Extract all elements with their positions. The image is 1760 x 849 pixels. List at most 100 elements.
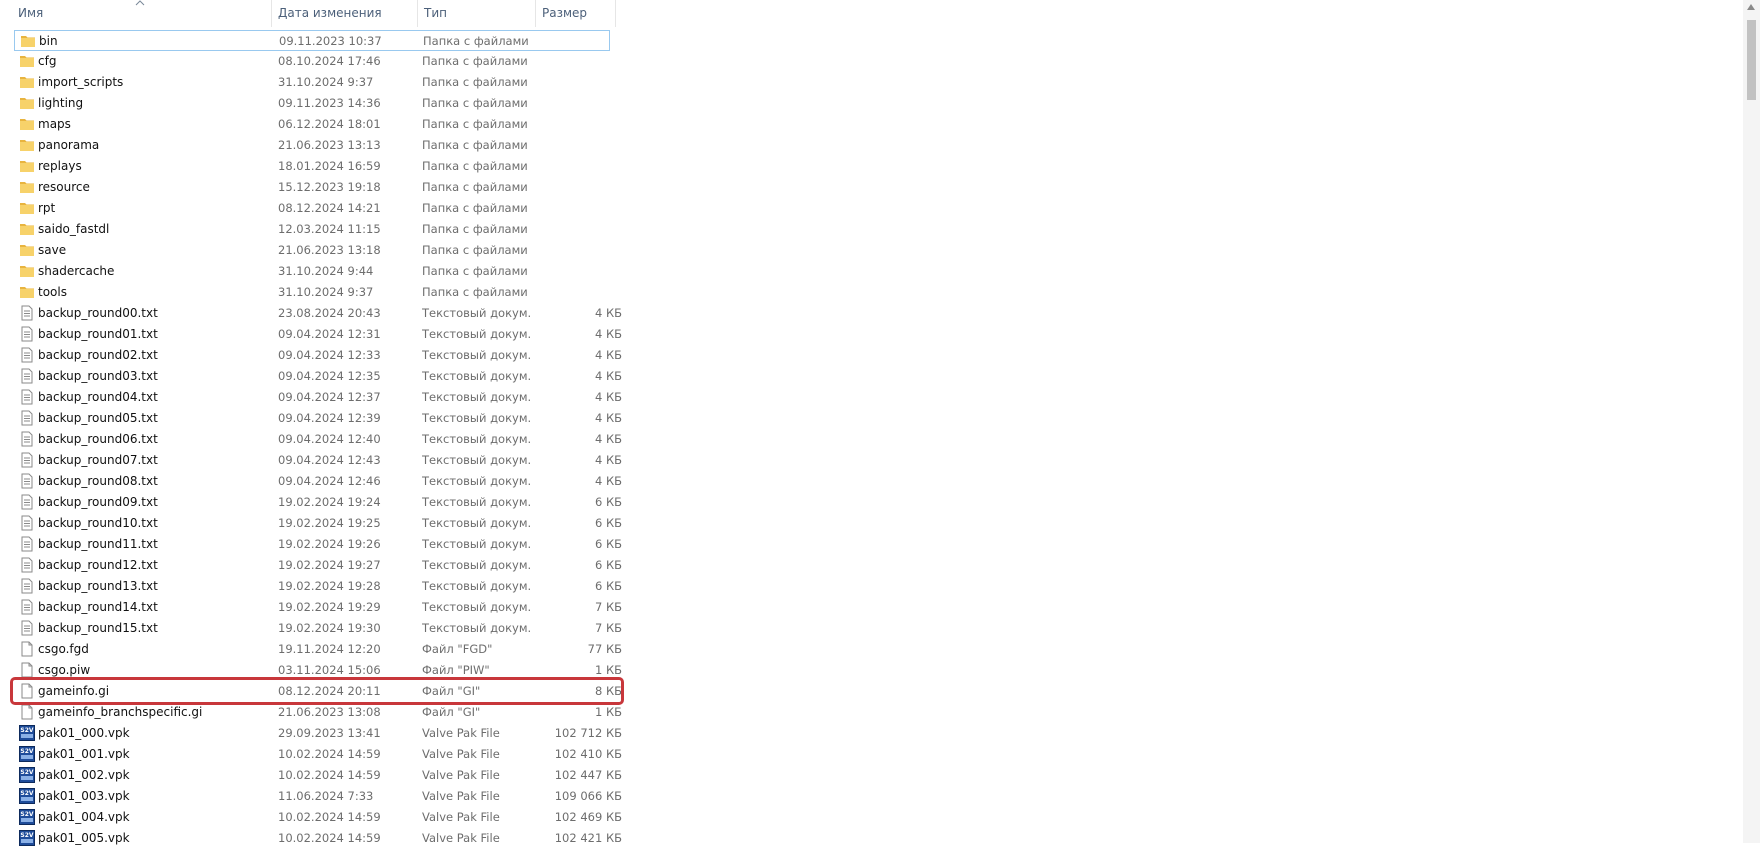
- text-file-icon: [19, 389, 35, 405]
- file-row[interactable]: backup_round15.txt 19.02.2024 19:30 Тексто…: [14, 618, 622, 639]
- file-row[interactable]: replays 18.01.2024 16:59 Папка с файлами: [14, 156, 610, 177]
- file-row[interactable]: backup_round03.txt 09.04.2024 12:35 Тексто…: [14, 366, 622, 387]
- vertical-scrollbar[interactable]: [1743, 0, 1760, 843]
- file-row[interactable]: import_scripts 31.10.2024 9:37 Папка с фай…: [14, 72, 610, 93]
- file-row[interactable]: save 21.06.2023 13:18 Папка с файлами: [14, 240, 610, 261]
- file-row[interactable]: backup_round02.txt 09.04.2024 12:33 Тексто…: [14, 345, 622, 366]
- file-size: 6 КБ: [594, 537, 622, 551]
- file-row[interactable]: S2V pak01_004.vpk 10.02.2024 14:59 Valve Pa…: [14, 807, 622, 828]
- file-type: Папка с файлами: [422, 138, 528, 152]
- file-row[interactable]: saido_fastdl 12.03.2024 11:15 Папка с файл…: [14, 219, 610, 240]
- file-row[interactable]: backup_round14.txt 19.02.2024 19:29 Тексто…: [14, 597, 622, 618]
- file-size: 4 КБ: [594, 432, 622, 446]
- file-row[interactable]: rpt 08.12.2024 14:21 Папка с файлами: [14, 198, 610, 219]
- file-row[interactable]: backup_round01.txt 09.04.2024 12:31 Тексто…: [14, 324, 622, 345]
- file-date: 31.10.2024 9:37: [278, 285, 374, 299]
- file-size: 102 447 КБ: [554, 768, 622, 782]
- file-name: pak01_001.vpk: [38, 747, 130, 761]
- folder-icon: [19, 221, 35, 237]
- file-date: 09.11.2023 14:36: [278, 96, 381, 110]
- file-type: Valve Pak File: [422, 747, 500, 761]
- file-type: Текстовый докум...: [422, 348, 532, 362]
- file-row[interactable]: backup_round00.txt 23.08.2024 20:43 Тексто…: [14, 303, 622, 324]
- file-row[interactable]: backup_round06.txt 09.04.2024 12:40 Тексто…: [14, 429, 622, 450]
- file-row[interactable]: S2V pak01_002.vpk 10.02.2024 14:59 Valve Pa…: [14, 765, 622, 786]
- file-type: Текстовый докум...: [422, 558, 532, 572]
- file-row[interactable]: S2V pak01_001.vpk 10.02.2024 14:59 Valve Pa…: [14, 744, 622, 765]
- file-date: 09.04.2024 12:40: [278, 432, 381, 446]
- file-row[interactable]: backup_round07.txt 09.04.2024 12:43 Тексто…: [14, 450, 622, 471]
- file-row[interactable]: backup_round05.txt 09.04.2024 12:39 Тексто…: [14, 408, 622, 429]
- vpk-file-icon: S2V: [19, 788, 35, 804]
- file-name: pak01_003.vpk: [38, 789, 130, 803]
- folder-icon: [19, 53, 35, 69]
- file-name: backup_round02.txt: [38, 348, 158, 362]
- file-date: 11.06.2024 7:33: [278, 789, 374, 803]
- file-row[interactable]: S2V pak01_005.vpk 10.02.2024 14:59 Valve Pa…: [14, 828, 622, 849]
- file-type: Valve Pak File: [422, 726, 500, 740]
- selection-highlight-box: [10, 677, 624, 705]
- file-row[interactable]: csgo.fgd 19.11.2024 12:20 Файл "FGD" 77 КБ: [14, 639, 622, 660]
- file-row[interactable]: shadercache 31.10.2024 9:44 Папка с файлам…: [14, 261, 610, 282]
- file-row[interactable]: backup_round11.txt 19.02.2024 19:26 Тексто…: [14, 534, 622, 555]
- file-size: 102 410 КБ: [554, 747, 622, 761]
- file-row[interactable]: lighting 09.11.2023 14:36 Папка с файлами: [14, 93, 610, 114]
- file-type: Текстовый докум...: [422, 537, 532, 551]
- file-row[interactable]: backup_round04.txt 09.04.2024 12:37 Тексто…: [14, 387, 622, 408]
- folder-icon: [19, 284, 35, 300]
- file-size: 7 КБ: [594, 621, 622, 635]
- folder-icon: [20, 33, 36, 49]
- file-date: 09.04.2024 12:37: [278, 390, 381, 404]
- text-file-icon: [19, 347, 35, 363]
- file-row[interactable]: resource 15.12.2023 19:18 Папка с файлами: [14, 177, 610, 198]
- file-date: 06.12.2024 18:01: [278, 117, 381, 131]
- text-file-icon: [19, 557, 35, 573]
- file-name: csgo.fgd: [38, 642, 89, 656]
- file-name: backup_round12.txt: [38, 558, 158, 572]
- file-row[interactable]: backup_round12.txt 19.02.2024 19:27 Тексто…: [14, 555, 622, 576]
- file-row[interactable]: maps 06.12.2024 18:01 Папка с файлами: [14, 114, 610, 135]
- file-size: 6 КБ: [594, 558, 622, 572]
- file-date: 09.04.2024 12:43: [278, 453, 381, 467]
- file-row[interactable]: tools 31.10.2024 9:37 Папка с файлами: [14, 282, 610, 303]
- vpk-file-icon: S2V: [19, 767, 35, 783]
- scroll-up-arrow-icon[interactable]: [1747, 4, 1755, 10]
- file-date: 19.02.2024 19:24: [278, 495, 381, 509]
- file-name: lighting: [38, 96, 84, 110]
- file-name: backup_round09.txt: [38, 495, 158, 509]
- file-name: rpt: [38, 201, 56, 215]
- file-name: backup_round14.txt: [38, 600, 158, 614]
- column-header-date[interactable]: Дата изменения: [272, 0, 418, 27]
- file-type: Файл "GI": [422, 705, 481, 719]
- file-date: 09.04.2024 12:35: [278, 369, 381, 383]
- column-header-type[interactable]: Тип: [418, 0, 536, 27]
- column-header-size[interactable]: Размер: [536, 0, 616, 27]
- file-row[interactable]: backup_round08.txt 09.04.2024 12:46 Тексто…: [14, 471, 622, 492]
- text-file-icon: [19, 494, 35, 510]
- file-type: Valve Pak File: [422, 789, 500, 803]
- file-name: maps: [38, 117, 71, 131]
- file-type: Текстовый докум...: [422, 432, 532, 446]
- file-row[interactable]: panorama 21.06.2023 13:13 Папка с файлами: [14, 135, 610, 156]
- file-name: backup_round06.txt: [38, 432, 158, 446]
- file-row[interactable]: S2V pak01_000.vpk 29.09.2023 13:41 Valve Pa…: [14, 723, 622, 744]
- file-row[interactable]: bin 09.11.2023 10:37 Папка с файлами: [14, 30, 610, 51]
- file-row[interactable]: cfg 08.10.2024 17:46 Папка с файлами: [14, 51, 610, 72]
- file-row[interactable]: gameinfo_branchspecific.gi 21.06.2023 13:…: [14, 702, 622, 723]
- file-size: 6 КБ: [594, 579, 622, 593]
- file-name: cfg: [38, 54, 57, 68]
- file-row[interactable]: backup_round10.txt 19.02.2024 19:25 Тексто…: [14, 513, 622, 534]
- file-row[interactable]: backup_round13.txt 19.02.2024 19:28 Тексто…: [14, 576, 622, 597]
- file-row[interactable]: S2V pak01_003.vpk 11.06.2024 7:33 Valve Pak…: [14, 786, 622, 807]
- file-date: 09.04.2024 12:31: [278, 327, 381, 341]
- file-size: 4 КБ: [594, 474, 622, 488]
- column-header-bar: Имя Дата изменения Тип Размер: [0, 0, 616, 27]
- scroll-thumb[interactable]: [1747, 20, 1756, 100]
- file-type: Папка с файлами: [422, 117, 528, 131]
- file-size: 4 КБ: [594, 348, 622, 362]
- file-type: Текстовый докум...: [422, 390, 532, 404]
- file-name: import_scripts: [38, 75, 124, 89]
- file-date: 19.02.2024 19:27: [278, 558, 381, 572]
- file-type: Текстовый докум...: [422, 411, 532, 425]
- file-row[interactable]: backup_round09.txt 19.02.2024 19:24 Тексто…: [14, 492, 622, 513]
